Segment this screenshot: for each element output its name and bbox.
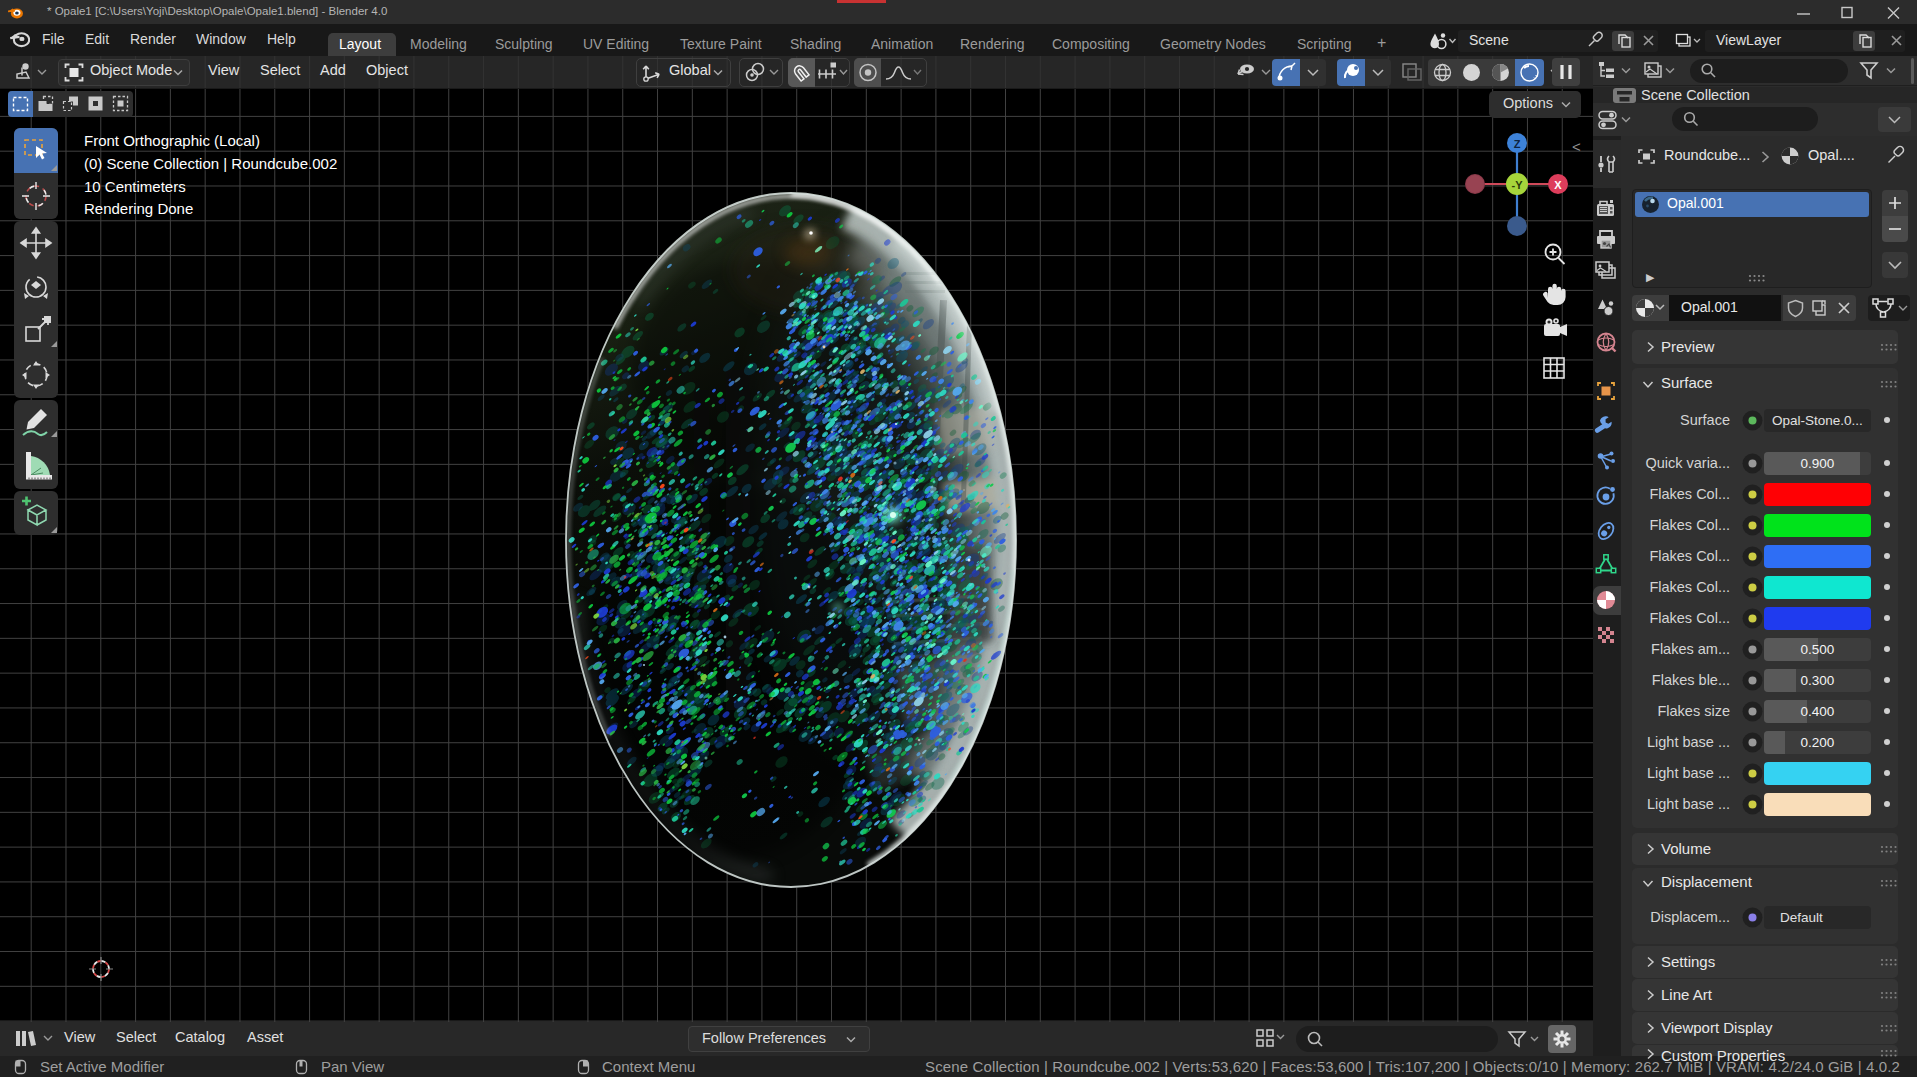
svg-text:Z: Z [1514, 138, 1521, 150]
svg-text:X: X [1554, 179, 1562, 191]
svg-text:-Y: -Y [1512, 179, 1524, 191]
